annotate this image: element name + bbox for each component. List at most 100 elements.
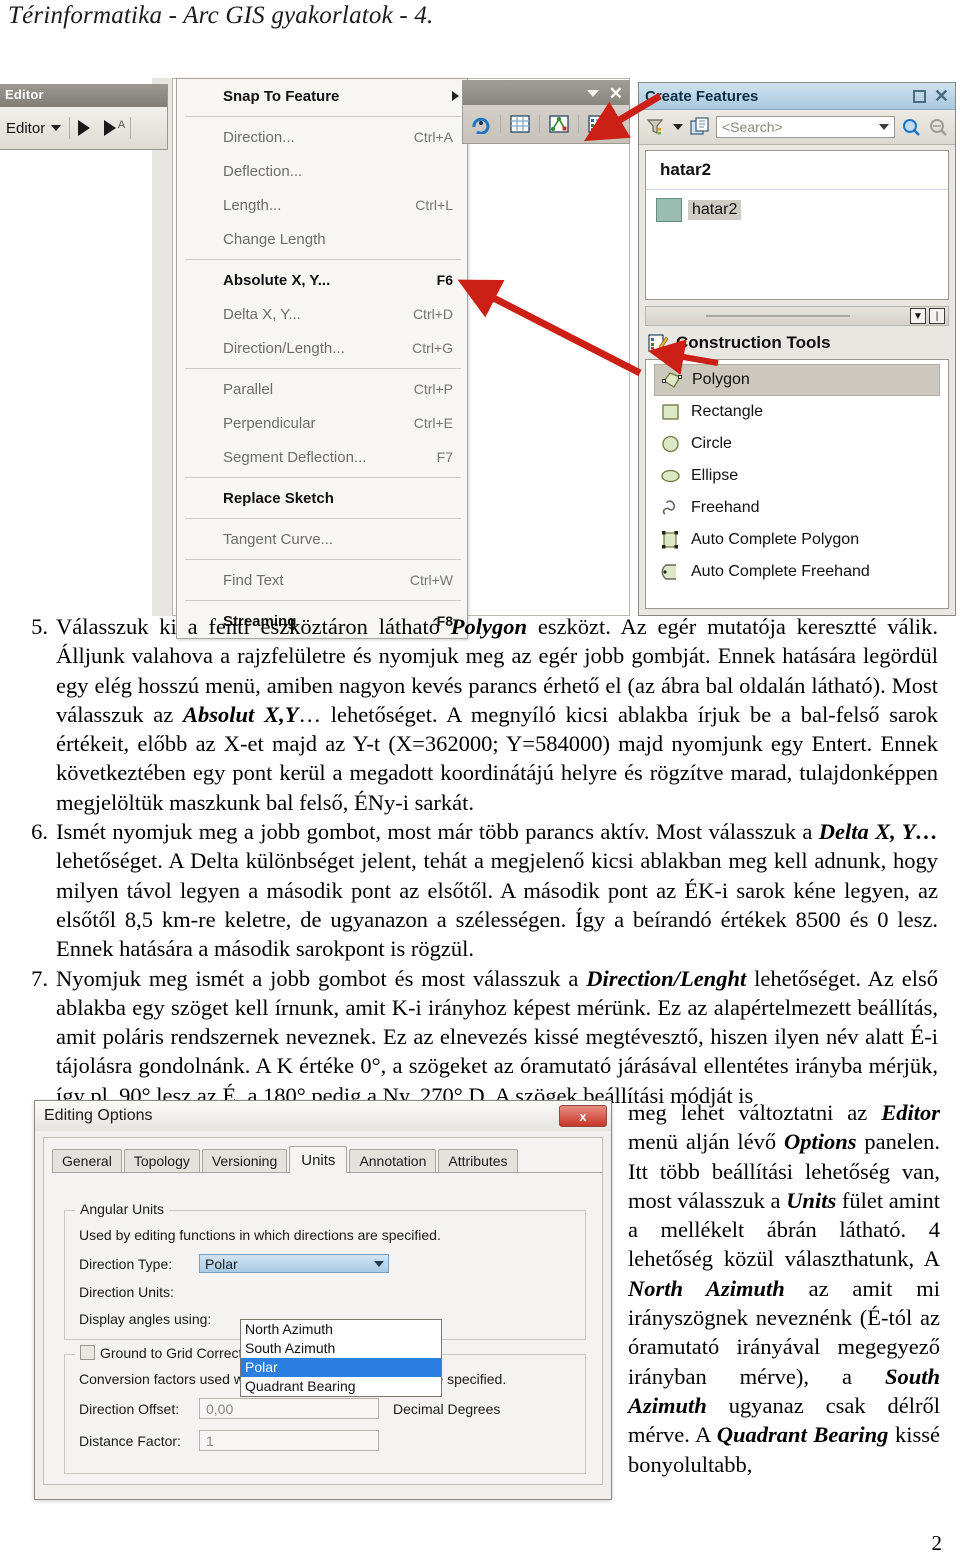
emphasis-polygon: Polygon [450,614,528,639]
collapse-icon[interactable]: ▼ [910,308,926,324]
undo-icon[interactable] [470,114,492,134]
close-icon[interactable]: ✕ [934,87,949,105]
menu-item-replace-sketch[interactable]: Replace Sketch [177,481,467,515]
menu-item-label: Replace Sketch [223,489,334,507]
menu-item-perpendicular[interactable]: Perpendicular Ctrl+E [177,406,467,440]
menu-item-label: Delta X, Y... [223,305,301,323]
menu-item-direction[interactable]: Direction... Ctrl+A [177,120,467,154]
menu-item-segment-deflection[interactable]: Segment Deflection... F7 [177,440,467,474]
menu-item-find-text[interactable]: Find Text Ctrl+W [177,563,467,597]
tab-topology[interactable]: Topology [123,1149,200,1172]
menu-item-label: Segment Deflection... [223,448,367,466]
menu-item-label: Length... [223,196,282,214]
construction-tool-auto-complete-polygon[interactable]: Auto Complete Polygon [646,524,948,556]
attributes-toolbar: ✕ [462,80,630,144]
direction-type-label: Direction Type: [79,1255,173,1272]
resize-icon[interactable]: | [929,308,945,324]
construction-tool-auto-complete-freehand[interactable]: Auto Complete Freehand [646,556,948,588]
search-input[interactable]: <Search> [716,116,895,138]
emphasis-editor: Editor [881,1100,940,1125]
chevron-down-icon[interactable] [586,89,599,97]
construction-tool-rectangle[interactable]: Rectangle [646,396,948,428]
direction-type-dropdown: North Azimuth South Azimuth Polar Quadra… [240,1319,442,1397]
maximize-icon[interactable] [912,89,926,103]
chevron-down-icon[interactable] [673,124,683,130]
tab-annotation[interactable]: Annotation [349,1149,437,1172]
editing-options-dialog: Editing Options x General Topology Versi… [34,1100,612,1500]
construction-tools-title: Construction Tools [676,333,831,352]
direction-offset-input[interactable]: 0,00 [199,1398,379,1419]
search-icon[interactable] [900,117,922,137]
figure-arcgis-editor-screenshot: Editor Editor A Snap To Feature Directio… [0,78,960,639]
attributes-icon[interactable] [587,114,609,134]
ground-to-grid-checkbox-wrap[interactable]: Ground to Grid Correction [75,1345,267,1361]
table-icon[interactable] [509,114,531,134]
emphasis-absolut-xy: Absolut X,Y [183,701,299,727]
dialog-titlebar: Editing Options x [35,1101,611,1131]
menu-item-tangent-curve[interactable]: Tangent Curve... [177,522,467,556]
dropdown-option-quadrant-bearing[interactable]: Quadrant Bearing [241,1377,441,1396]
menu-item-direction-length[interactable]: Direction/Length... Ctrl+G [177,331,467,365]
direction-offset-label: Direction Offset: [79,1400,180,1417]
close-button[interactable]: x [559,1105,607,1127]
menu-item-parallel[interactable]: Parallel Ctrl+P [177,372,467,406]
body-text: 5. Válasszuk ki a fenti eszköztáron láth… [22,612,938,1110]
create-features-panel: Create Features ✕ <Search> hatar2 hatar2… [638,82,956,616]
construction-tool-ellipse[interactable]: Ellipse [646,460,948,492]
tab-versioning[interactable]: Versioning [201,1149,288,1172]
dropdown-option-north-azimuth[interactable]: North Azimuth [241,1320,441,1339]
filter-icon[interactable] [645,117,667,137]
angular-units-hint: Used by editing functions in which direc… [79,1227,441,1243]
chevron-down-icon[interactable] [51,125,62,131]
dropdown-option-polar[interactable]: Polar [241,1358,441,1377]
create-features-titlebar: Create Features ✕ [639,83,955,110]
tool-label: Polygon [692,371,750,388]
find-icon[interactable] [927,117,949,137]
submenu-arrow-icon [452,91,459,101]
create-features-toolbar: <Search> [639,110,955,145]
menu-item-absolute-xy[interactable]: Absolute X, Y... F6 [177,263,467,297]
panel-splitter[interactable]: ▼ | [645,306,949,326]
list-item-7: 7. Nyomjuk meg ismét a jobb gombot és mo… [22,964,938,1110]
text-run: meg lehet változtatni az [628,1100,882,1125]
menu-item-label: Deflection... [223,162,303,180]
menu-item-shortcut: Ctrl+G [412,340,453,356]
list-item-7-text: Nyomjuk meg ismét a jobb gombot és most … [56,964,938,1110]
dialog-body: General Topology Versioning Units Annota… [43,1137,603,1485]
auto-complete-freehand-icon [661,564,676,580]
search-placeholder: <Search> [722,119,783,135]
editor-menu-button[interactable]: Editor [6,120,45,137]
menu-item-snap-to-feature[interactable]: Snap To Feature [177,79,467,113]
splitter-grip [706,315,850,317]
chevron-down-icon[interactable] [374,1260,384,1267]
menu-item-shortcut: Ctrl+A [413,129,453,145]
dropdown-option-south-azimuth[interactable]: South Azimuth [241,1339,441,1358]
graph-icon[interactable] [548,114,570,134]
edit-tool-pointer-icon[interactable] [78,120,91,136]
freehand-icon [662,500,676,515]
edit-annotation-pointer-icon[interactable]: A [104,119,125,136]
construction-tool-circle[interactable]: Circle [646,428,948,460]
editor-toolbar-window: Editor Editor A [0,84,168,150]
menu-item-delta-xy[interactable]: Delta X, Y... Ctrl+D [177,297,467,331]
construction-tool-polygon[interactable]: Polygon [654,364,940,396]
organize-templates-icon[interactable] [689,117,711,137]
menu-item-change-length[interactable]: Change Length [177,222,467,256]
distance-factor-input[interactable]: 1 [199,1430,379,1451]
direction-type-select[interactable]: Polar [199,1254,389,1273]
menu-item-deflection[interactable]: Deflection... [177,154,467,188]
direction-units-row: Direction Units: [79,1284,585,1300]
ground-to-grid-checkbox[interactable] [80,1345,95,1360]
direction-type-row: Direction Type: Polar [79,1254,585,1273]
construction-tool-freehand[interactable]: Freehand [646,492,948,524]
chevron-down-icon[interactable] [879,124,889,130]
feature-template-item[interactable]: hatar2 [646,190,948,222]
list-item-5: 5. Válasszuk ki a fenti eszköztáron láth… [22,612,938,817]
tab-attributes[interactable]: Attributes [438,1149,518,1172]
tab-units[interactable]: Units [289,1146,348,1173]
page-number: 2 [931,1531,943,1555]
menu-item-length[interactable]: Length... Ctrl+L [177,188,467,222]
close-icon[interactable]: ✕ [609,85,623,102]
attributes-toolbar-buttons [463,105,629,143]
tab-general[interactable]: General [52,1149,122,1172]
